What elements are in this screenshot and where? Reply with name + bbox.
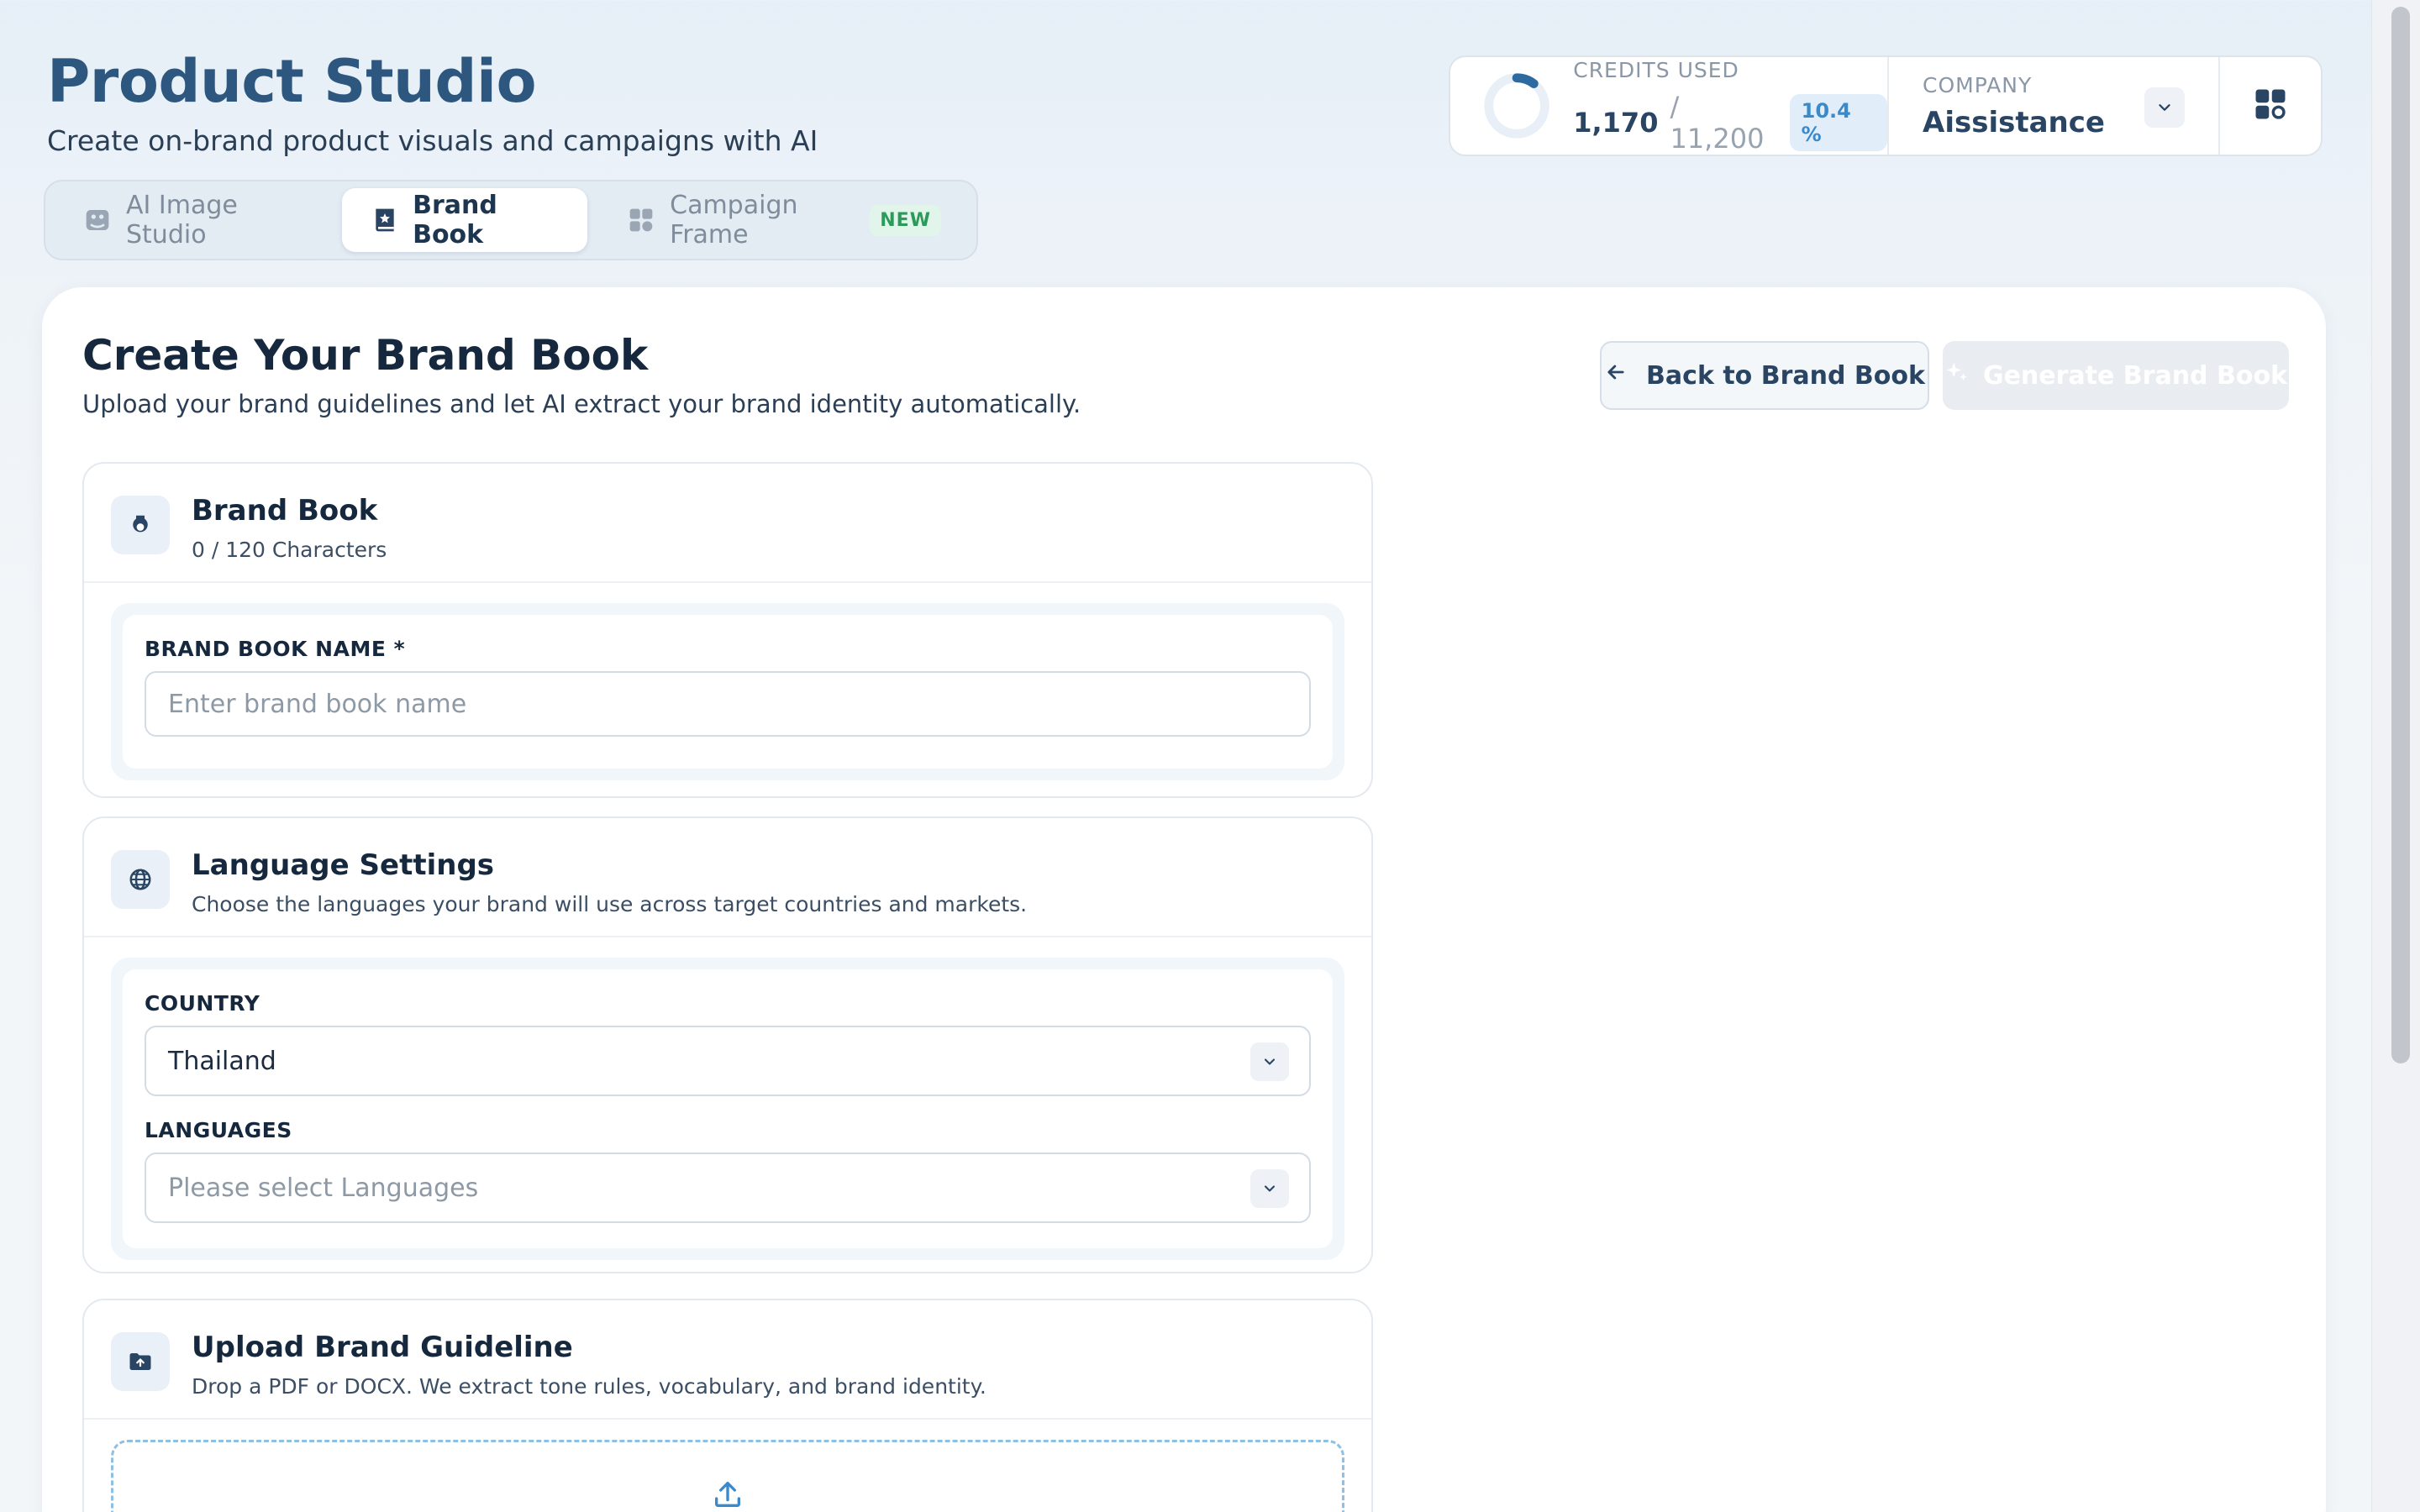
back-to-brand-book-button[interactable]: Back to Brand Book [1600,341,1929,410]
credits-ring [1484,73,1549,139]
chevron-down-icon[interactable] [2144,87,2185,128]
language-settings-section: Language Settings Choose the languages y… [82,816,1373,1273]
company-name: Aissistance [1923,105,2105,139]
main-card: Create Your Brand Book Upload your brand… [42,287,2326,1512]
generate-brand-book-button[interactable]: Generate Brand Book [1943,341,2289,410]
company-label: COMPANY [1923,72,2033,97]
credits-section: CREDITS USED 1,170 / 11,200 10.4 % [1450,57,1889,155]
image-icon [84,207,111,234]
tab-label: Brand Book [413,191,497,249]
credits-percent-badge: 10.4 % [1789,93,1887,151]
arrow-left-icon [1604,360,1628,391]
stats-panel: CREDITS USED 1,170 / 11,200 10.4 % COMPA… [1449,55,2323,156]
languages-placeholder: Please select Languages [168,1173,479,1203]
section-title: Upload Brand Guideline [192,1331,573,1364]
upload-guideline-section: Upload Brand Guideline Drop a PDF or DOC… [82,1299,1373,1512]
country-select[interactable]: Thailand [145,1026,1311,1096]
languages-select[interactable]: Please select Languages [145,1152,1311,1223]
app-subtitle: Create on-brand product visuals and camp… [47,124,818,157]
brand-book-section: Brand Book 0 / 120 Characters BRAND BOOK… [82,462,1373,798]
languages-label: LANGUAGES [145,1118,292,1142]
file-dropzone[interactable] [111,1440,1344,1512]
back-label: Back to Brand Book [1646,360,1925,391]
credits-used: 1,170 [1573,106,1659,139]
brand-book-name-label: BRAND BOOK NAME * [145,637,406,661]
credits-total: / 11,200 [1670,90,1765,155]
page-subtitle: Upload your brand guidelines and let AI … [82,390,1081,418]
country-label: COUNTRY [145,991,260,1016]
company-selector[interactable]: COMPANY Aissistance [1889,57,2220,155]
app-title: Product Studio [47,47,537,116]
brand-badge-icon [111,496,170,554]
book-icon [372,207,397,234]
section-description: Drop a PDF or DOCX. We extract tone rule… [192,1374,986,1399]
scrollbar-thumb[interactable] [2391,7,2410,1063]
section-description: Choose the languages your brand will use… [192,892,1028,916]
tab-bar: AI Image Studio Brand Book Campaign Fram… [44,180,978,260]
scrollbar-track[interactable] [2371,0,2420,1512]
generate-label: Generate Brand Book [1982,360,2288,391]
credits-label: CREDITS USED [1573,57,1739,82]
section-title: Brand Book [192,494,378,528]
brand-book-name-input[interactable] [168,673,1309,735]
brand-book-name-field[interactable] [145,671,1311,737]
tab-brand-book[interactable]: Brand Book [342,188,588,252]
chevron-down-icon[interactable] [1250,1042,1289,1081]
tab-ai-image-studio[interactable]: AI Image Studio [54,188,332,252]
apps-button[interactable] [2220,57,2321,155]
globe-icon [111,850,170,909]
char-count: 0 / 120 Characters [192,538,387,562]
apps-grid-icon [2253,87,2288,125]
section-title: Language Settings [192,848,495,882]
tab-campaign-frame[interactable]: Campaign Frame NEW [597,188,968,252]
chevron-down-icon[interactable] [1250,1169,1289,1208]
country-value: Thailand [168,1046,276,1076]
upload-icon [711,1478,744,1512]
sparkle-icon [1944,360,1970,391]
tab-label: Campaign Frame [670,191,798,249]
folder-upload-icon [111,1332,170,1391]
new-badge: NEW [870,204,941,236]
page-title: Create Your Brand Book [82,331,649,380]
tab-label: AI Image Studio [126,191,238,249]
grid-icon [628,207,655,234]
